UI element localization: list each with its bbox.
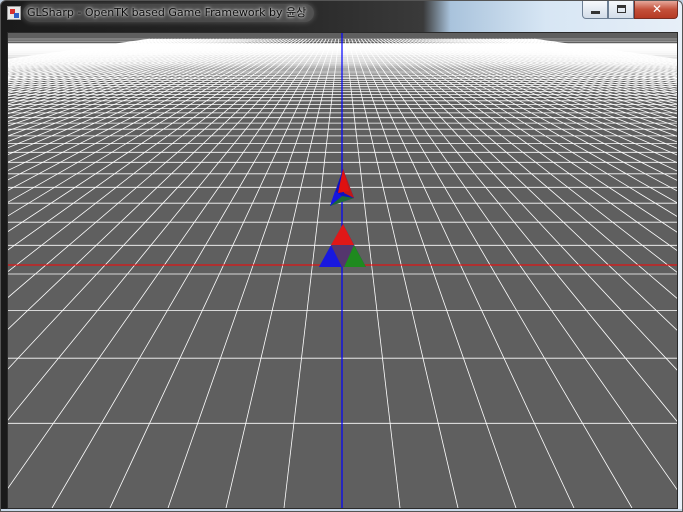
maximize-button[interactable]: [608, 1, 634, 19]
gl-viewport[interactable]: [7, 32, 678, 509]
title-bar[interactable]: GLSharp - OpenTK based Game Framework by…: [1, 1, 682, 27]
maximize-icon: [617, 5, 626, 13]
title-container: GLSharp - OpenTK based Game Framework by…: [23, 4, 315, 22]
minimize-button[interactable]: [582, 1, 608, 19]
app-window: GLSharp - OpenTK based Game Framework by…: [0, 0, 683, 512]
minimize-icon: [591, 11, 600, 14]
window-title: GLSharp - OpenTK based Game Framework by…: [27, 6, 307, 19]
scene-canvas: [8, 33, 677, 508]
close-icon: ✕: [651, 2, 663, 16]
close-button[interactable]: ✕: [634, 1, 678, 19]
app-icon[interactable]: [7, 6, 21, 20]
caption-buttons: ✕: [582, 1, 678, 19]
